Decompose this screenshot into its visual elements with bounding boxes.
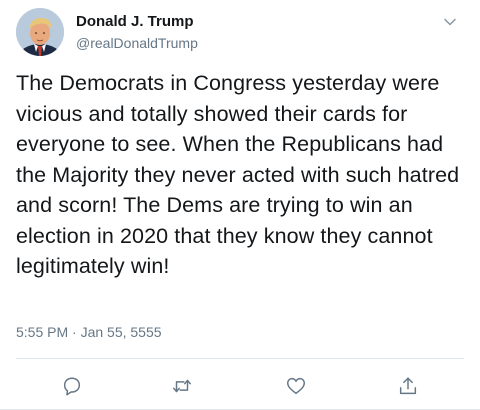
- retweet-icon: [173, 379, 191, 393]
- avatar[interactable]: [16, 8, 64, 56]
- tweet-card: Donald J. Trump @realDonaldTrump The Dem…: [0, 0, 480, 410]
- reply-icon: [63, 377, 81, 396]
- share-icon: [399, 377, 417, 395]
- chevron-down-icon[interactable]: [442, 14, 458, 30]
- heart-icon: [287, 377, 305, 395]
- display-name[interactable]: Donald J. Trump: [76, 12, 198, 32]
- tweet-timestamp[interactable]: 5:55 PM · Jan 55, 5555: [16, 322, 162, 342]
- like-button[interactable]: [282, 372, 310, 400]
- retweet-button[interactable]: [168, 372, 196, 400]
- share-button[interactable]: [394, 372, 422, 400]
- user-handle[interactable]: @realDonaldTrump: [76, 33, 198, 53]
- tweet-text: The Democrats in Congress yesterday were…: [16, 71, 460, 278]
- action-bar: [0, 368, 480, 402]
- profile-photo-icon: [16, 8, 64, 56]
- divider: [16, 358, 464, 359]
- reply-button[interactable]: [58, 372, 86, 400]
- author-block[interactable]: Donald J. Trump @realDonaldTrump: [76, 12, 198, 53]
